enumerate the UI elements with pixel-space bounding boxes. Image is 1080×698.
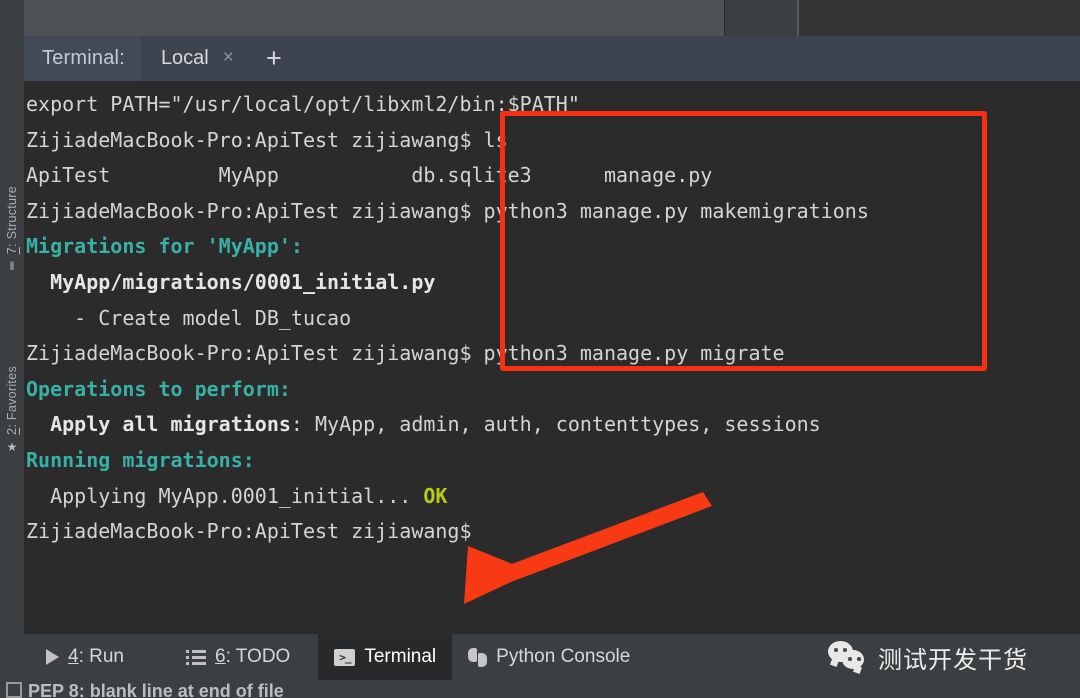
terminal-line-segment: Apply all migrations	[26, 412, 291, 437]
tool-button-terminal-label: Terminal	[364, 646, 437, 667]
terminal-line-segment: - Create model DB_tucao	[26, 305, 352, 330]
terminal-line: ZijiadeMacBook-Pro:ApiTest zijiawang$	[26, 514, 869, 550]
terminal-text-content: export PATH="/usr/local/opt/libxml2/bin:…	[26, 87, 869, 550]
bottom-tool-window-bar: 4: Run 6: TODO >_ Terminal Python Consol…	[0, 634, 1080, 680]
structure-mnemonic: 7	[5, 246, 19, 255]
star-icon: ★	[6, 439, 18, 454]
bottom-bar-gap	[140, 634, 176, 680]
terminal-line: Migrations for 'MyApp':	[26, 229, 869, 265]
todo-list-icon	[186, 649, 206, 665]
structure-icon: ‖	[9, 259, 15, 274]
terminal-line-segment: ZijiadeMacBook-Pro:ApiTest zijiawang$	[26, 519, 472, 544]
terminal-line-segment: ZijiadeMacBook-Pro:ApiTest zijiawang$ py…	[26, 341, 785, 366]
terminal-line-segment: MyApp/migrations/0001_initial.py	[26, 269, 436, 294]
left-tool-window-strip: 7: Structure ‖ 2: Favorites ★	[0, 36, 25, 634]
terminal-output-panel[interactable]: export PATH="/usr/local/opt/libxml2/bin:…	[24, 81, 1080, 634]
tool-button-python-console-label: Python Console	[496, 646, 631, 667]
todo-mnemonic: 6	[215, 646, 226, 667]
bottom-bar-empty-area	[646, 634, 1080, 680]
sidebar-item-structure-label: 7: Structure	[5, 186, 19, 255]
terminal-panel-title: Terminal:	[24, 36, 141, 81]
sidebar-item-favorites[interactable]: 2: Favorites ★	[0, 366, 24, 453]
terminal-line-segment: Applying MyApp.0001_initial...	[26, 483, 424, 508]
terminal-line: Apply all migrations: MyApp, admin, auth…	[26, 407, 869, 443]
terminal-line: - Create model DB_tucao	[26, 301, 869, 337]
terminal-line: Applying MyApp.0001_initial... OK	[26, 479, 869, 515]
tab-bar-empty-area	[299, 36, 1080, 81]
editor-area-strip	[0, 0, 1080, 36]
bottom-bar-gap-2	[306, 634, 318, 680]
add-terminal-tab-button[interactable]: +	[247, 36, 300, 81]
terminal-line-segment: ZijiadeMacBook-Pro:ApiTest zijiawang$ py…	[26, 198, 869, 223]
terminal-line-segment: ZijiadeMacBook-Pro:ApiTest zijiawang$ ls	[26, 127, 508, 152]
run-mnemonic: 4	[68, 646, 79, 667]
terminal-line: export PATH="/usr/local/opt/libxml2/bin:…	[26, 87, 869, 123]
status-bar: PEP 8: blank line at end of file	[0, 680, 1080, 698]
terminal-line: ApiTest MyApp db.sqlite3 manage.py	[26, 158, 869, 194]
editor-gutter-segment	[0, 0, 24, 36]
editor-panel-segment	[725, 0, 797, 36]
editor-selection-segment	[24, 0, 724, 36]
terminal-line-segment: OK	[423, 483, 448, 508]
terminal-line: MyApp/migrations/0001_initial.py	[26, 265, 869, 301]
terminal-tab-local-label: Local	[160, 47, 209, 69]
terminal-line-segment: Migrations for 'MyApp':	[26, 234, 303, 259]
tool-button-run[interactable]: 4: Run	[30, 634, 140, 680]
status-message: PEP 8: blank line at end of file	[28, 681, 284, 698]
bottom-bar-left-spacer	[0, 634, 30, 680]
run-triangle-icon	[46, 649, 59, 665]
terminal-line-segment: Operations to perform:	[26, 376, 291, 401]
terminal-line-segment: export PATH="/usr/local/opt/libxml2/bin:…	[26, 92, 580, 116]
favorites-mnemonic: 2	[5, 427, 19, 435]
tool-button-todo-label: 6: TODO	[215, 646, 291, 667]
python-icon	[468, 647, 488, 667]
tool-button-todo[interactable]: 6: TODO	[176, 634, 306, 680]
close-icon[interactable]: ×	[223, 48, 234, 69]
terminal-line: ZijiadeMacBook-Pro:ApiTest zijiawang$ py…	[26, 336, 869, 372]
tool-button-python-console[interactable]: Python Console	[452, 634, 646, 680]
terminal-line: ZijiadeMacBook-Pro:ApiTest zijiawang$ ls	[26, 123, 869, 159]
terminal-tab-local[interactable]: Local ×	[140, 36, 248, 81]
terminal-tab-bar: Terminal: Local × +	[24, 36, 1080, 81]
terminal-line-segment: ApiTest MyApp db.sqlite3 manage.py	[26, 163, 713, 188]
terminal-line: Running migrations:	[26, 443, 869, 479]
terminal-line: Operations to perform:	[26, 372, 869, 408]
terminal-console-icon: >_	[334, 648, 356, 666]
tool-button-terminal[interactable]: >_ Terminal	[318, 634, 453, 680]
terminal-line-segment: Running migrations:	[26, 447, 255, 472]
sidebar-item-structure[interactable]: 7: Structure ‖	[0, 186, 24, 272]
sidebar-item-favorites-label: 2: Favorites	[5, 366, 19, 435]
terminal-line: ZijiadeMacBook-Pro:ApiTest zijiawang$ py…	[26, 194, 869, 230]
tool-button-run-label: 4: Run	[68, 646, 124, 667]
editor-right-segment	[799, 0, 1080, 36]
terminal-line-segment: : MyApp, admin, auth, contenttypes, sess…	[290, 412, 821, 437]
status-checkbox-icon[interactable]	[6, 682, 22, 698]
